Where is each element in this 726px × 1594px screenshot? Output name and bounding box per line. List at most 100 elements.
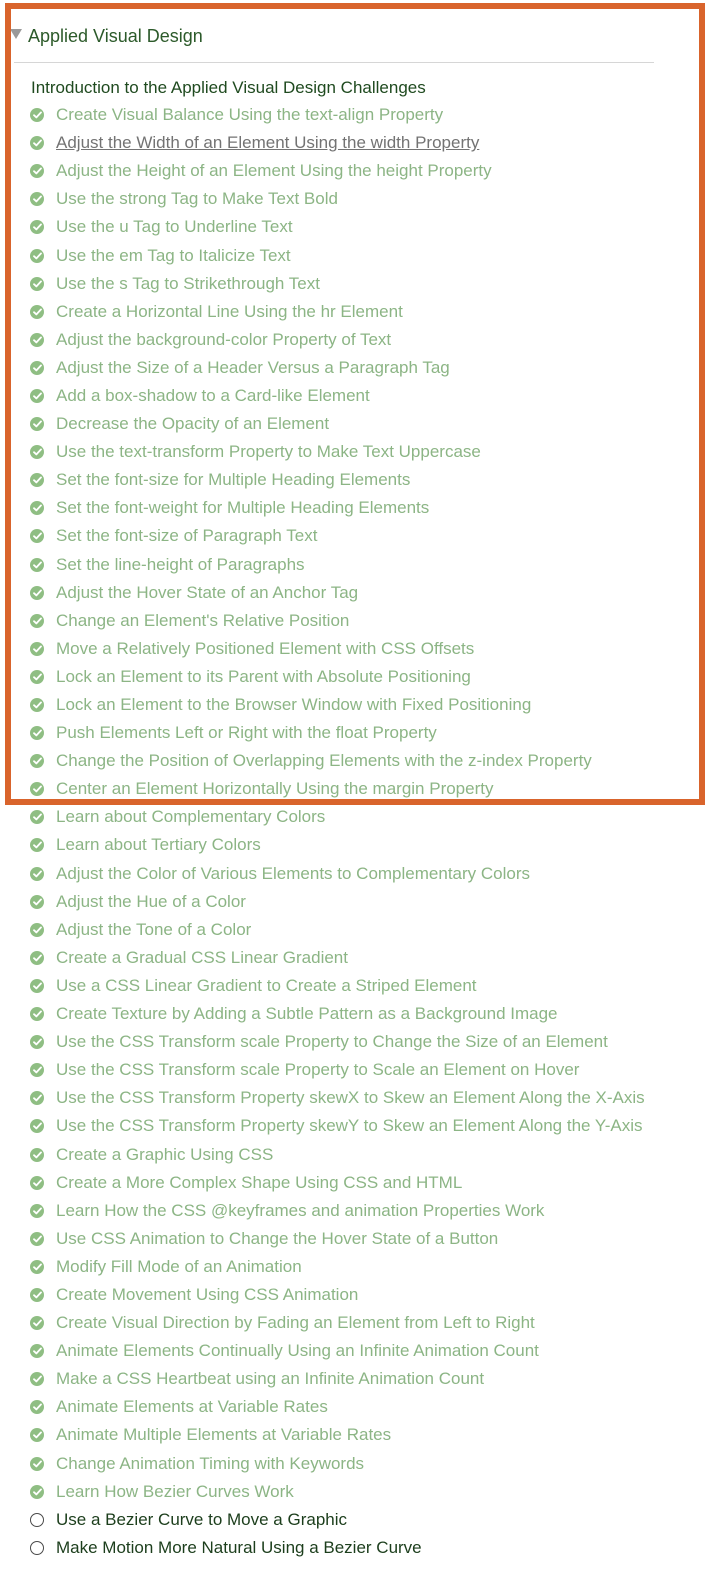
section-header[interactable]: Applied Visual Design <box>10 20 203 52</box>
challenge-label[interactable]: Adjust the Hue of a Color <box>56 892 246 912</box>
challenge-label[interactable]: Change an Element's Relative Position <box>56 611 349 631</box>
challenge-label[interactable]: Use a Bezier Curve to Move a Graphic <box>56 1510 347 1530</box>
challenge-label[interactable]: Learn about Tertiary Colors <box>56 835 261 855</box>
challenge-label[interactable]: Use the em Tag to Italicize Text <box>56 246 291 266</box>
challenge-label[interactable]: Set the font-weight for Multiple Heading… <box>56 498 429 518</box>
challenge-item[interactable]: Change an Element's Relative Position <box>30 607 645 635</box>
challenge-label[interactable]: Use the CSS Transform scale Property to … <box>56 1032 608 1052</box>
challenge-label[interactable]: Adjust the Size of a Header Versus a Par… <box>56 358 450 378</box>
challenge-item[interactable]: Create a More Complex Shape Using CSS an… <box>30 1169 645 1197</box>
challenge-item[interactable]: Make Motion More Natural Using a Bezier … <box>30 1534 645 1562</box>
intro-link[interactable]: Introduction to the Applied Visual Desig… <box>31 78 426 98</box>
challenge-label[interactable]: Learn about Complementary Colors <box>56 807 325 827</box>
challenge-label[interactable]: Use the strong Tag to Make Text Bold <box>56 189 338 209</box>
challenge-label[interactable]: Learn How Bezier Curves Work <box>56 1482 294 1502</box>
challenge-label[interactable]: Center an Element Horizontally Using the… <box>56 779 493 799</box>
challenge-item[interactable]: Use the strong Tag to Make Text Bold <box>30 185 645 213</box>
challenge-item[interactable]: Learn How the CSS @keyframes and animati… <box>30 1197 645 1225</box>
challenge-label[interactable]: Adjust the background-color Property of … <box>56 330 391 350</box>
challenge-label[interactable]: Use a CSS Linear Gradient to Create a St… <box>56 976 477 996</box>
challenge-item[interactable]: Adjust the Tone of a Color <box>30 916 645 944</box>
challenge-label[interactable]: Decrease the Opacity of an Element <box>56 414 329 434</box>
challenge-item[interactable]: Set the font-size for Multiple Heading E… <box>30 466 645 494</box>
challenge-item[interactable]: Change the Position of Overlapping Eleme… <box>30 747 645 775</box>
challenge-label[interactable]: Use the CSS Transform Property skewY to … <box>56 1116 642 1136</box>
challenge-item[interactable]: Lock an Element to the Browser Window wi… <box>30 691 645 719</box>
challenge-label[interactable]: Use the CSS Transform scale Property to … <box>56 1060 579 1080</box>
challenge-label[interactable]: Animate Elements at Variable Rates <box>56 1397 328 1417</box>
challenge-label[interactable]: Modify Fill Mode of an Animation <box>56 1257 302 1277</box>
collapse-triangle-icon[interactable] <box>10 29 22 39</box>
challenge-item[interactable]: Create Visual Direction by Fading an Ele… <box>30 1309 645 1337</box>
challenge-item[interactable]: Lock an Element to its Parent with Absol… <box>30 663 645 691</box>
challenge-label[interactable]: Create a Horizontal Line Using the hr El… <box>56 302 403 322</box>
challenge-label[interactable]: Set the font-size for Multiple Heading E… <box>56 470 410 490</box>
challenge-label[interactable]: Create Visual Direction by Fading an Ele… <box>56 1313 535 1333</box>
challenge-item[interactable]: Create Movement Using CSS Animation <box>30 1281 645 1309</box>
challenge-label[interactable]: Use CSS Animation to Change the Hover St… <box>56 1229 498 1249</box>
challenge-item[interactable]: Center an Element Horizontally Using the… <box>30 775 645 803</box>
challenge-label[interactable]: Adjust the Color of Various Elements to … <box>56 864 530 884</box>
challenge-item[interactable]: Decrease the Opacity of an Element <box>30 410 645 438</box>
challenge-item[interactable]: Animate Elements Continually Using an In… <box>30 1337 645 1365</box>
challenge-label[interactable]: Make a CSS Heartbeat using an Infinite A… <box>56 1369 484 1389</box>
challenge-item[interactable]: Use CSS Animation to Change the Hover St… <box>30 1225 645 1253</box>
challenge-item[interactable]: Create Texture by Adding a Subtle Patter… <box>30 1000 645 1028</box>
challenge-label[interactable]: Lock an Element to the Browser Window wi… <box>56 695 531 715</box>
challenge-item[interactable]: Use the CSS Transform Property skewY to … <box>30 1112 645 1140</box>
challenge-item[interactable]: Use the CSS Transform scale Property to … <box>30 1056 645 1084</box>
challenge-item[interactable]: Learn How Bezier Curves Work <box>30 1478 645 1506</box>
challenge-label[interactable]: Move a Relatively Positioned Element wit… <box>56 639 474 659</box>
challenge-label[interactable]: Adjust the Width of an Element Using the… <box>56 133 479 153</box>
challenge-item[interactable]: Add a box-shadow to a Card-like Element <box>30 382 645 410</box>
challenge-item[interactable]: Set the font-weight for Multiple Heading… <box>30 494 645 522</box>
challenge-item[interactable]: Change Animation Timing with Keywords <box>30 1450 645 1478</box>
challenge-label[interactable]: Set the font-size of Paragraph Text <box>56 526 317 546</box>
challenge-label[interactable]: Animate Multiple Elements at Variable Ra… <box>56 1425 391 1445</box>
challenge-item[interactable]: Modify Fill Mode of an Animation <box>30 1253 645 1281</box>
challenge-item[interactable]: Set the font-size of Paragraph Text <box>30 522 645 550</box>
challenge-item[interactable]: Create a Gradual CSS Linear Gradient <box>30 944 645 972</box>
challenge-item[interactable]: Adjust the Color of Various Elements to … <box>30 860 645 888</box>
challenge-item[interactable]: Create Visual Balance Using the text-ali… <box>30 101 645 129</box>
challenge-label[interactable]: Animate Elements Continually Using an In… <box>56 1341 539 1361</box>
challenge-item[interactable]: Move a Relatively Positioned Element wit… <box>30 635 645 663</box>
challenge-item[interactable]: Use the em Tag to Italicize Text <box>30 241 645 269</box>
challenge-label[interactable]: Use the u Tag to Underline Text <box>56 217 293 237</box>
challenge-label[interactable]: Adjust the Height of an Element Using th… <box>56 161 492 181</box>
challenge-item[interactable]: Push Elements Left or Right with the flo… <box>30 719 645 747</box>
challenge-label[interactable]: Adjust the Hover State of an Anchor Tag <box>56 583 358 603</box>
challenge-item[interactable]: Use the s Tag to Strikethrough Text <box>30 270 645 298</box>
challenge-label[interactable]: Create Movement Using CSS Animation <box>56 1285 358 1305</box>
challenge-label[interactable]: Create Visual Balance Using the text-ali… <box>56 105 443 125</box>
challenge-item[interactable]: Animate Elements at Variable Rates <box>30 1393 645 1421</box>
challenge-item[interactable]: Animate Multiple Elements at Variable Ra… <box>30 1421 645 1449</box>
challenge-item[interactable]: Use the CSS Transform scale Property to … <box>30 1028 645 1056</box>
challenge-item[interactable]: Adjust the Height of an Element Using th… <box>30 157 645 185</box>
challenge-label[interactable]: Push Elements Left or Right with the flo… <box>56 723 437 743</box>
challenge-item[interactable]: Use a CSS Linear Gradient to Create a St… <box>30 972 645 1000</box>
challenge-label[interactable]: Use the text-transform Property to Make … <box>56 442 481 462</box>
challenge-item[interactable]: Use a Bezier Curve to Move a Graphic <box>30 1506 645 1534</box>
challenge-label[interactable]: Change the Position of Overlapping Eleme… <box>56 751 592 771</box>
challenge-label[interactable]: Adjust the Tone of a Color <box>56 920 251 940</box>
challenge-label[interactable]: Create a Graphic Using CSS <box>56 1145 273 1165</box>
challenge-item[interactable]: Use the text-transform Property to Make … <box>30 438 645 466</box>
challenge-label[interactable]: Change Animation Timing with Keywords <box>56 1454 364 1474</box>
challenge-label[interactable]: Use the s Tag to Strikethrough Text <box>56 274 320 294</box>
challenge-item[interactable]: Use the CSS Transform Property skewX to … <box>30 1084 645 1112</box>
challenge-label[interactable]: Create a Gradual CSS Linear Gradient <box>56 948 348 968</box>
challenge-item[interactable]: Set the line-height of Paragraphs <box>30 551 645 579</box>
challenge-item[interactable]: Learn about Complementary Colors <box>30 803 645 831</box>
challenge-item[interactable]: Create a Horizontal Line Using the hr El… <box>30 298 645 326</box>
challenge-item[interactable]: Learn about Tertiary Colors <box>30 831 645 859</box>
challenge-label[interactable]: Set the line-height of Paragraphs <box>56 555 305 575</box>
challenge-label[interactable]: Add a box-shadow to a Card-like Element <box>56 386 370 406</box>
challenge-item[interactable]: Adjust the Hover State of an Anchor Tag <box>30 579 645 607</box>
challenge-item[interactable]: Make a CSS Heartbeat using an Infinite A… <box>30 1365 645 1393</box>
challenge-item[interactable]: Adjust the Width of an Element Using the… <box>30 129 645 157</box>
challenge-label[interactable]: Use the CSS Transform Property skewX to … <box>56 1088 645 1108</box>
challenge-label[interactable]: Create Texture by Adding a Subtle Patter… <box>56 1004 558 1024</box>
challenge-label[interactable]: Lock an Element to its Parent with Absol… <box>56 667 471 687</box>
challenge-item[interactable]: Adjust the Hue of a Color <box>30 888 645 916</box>
